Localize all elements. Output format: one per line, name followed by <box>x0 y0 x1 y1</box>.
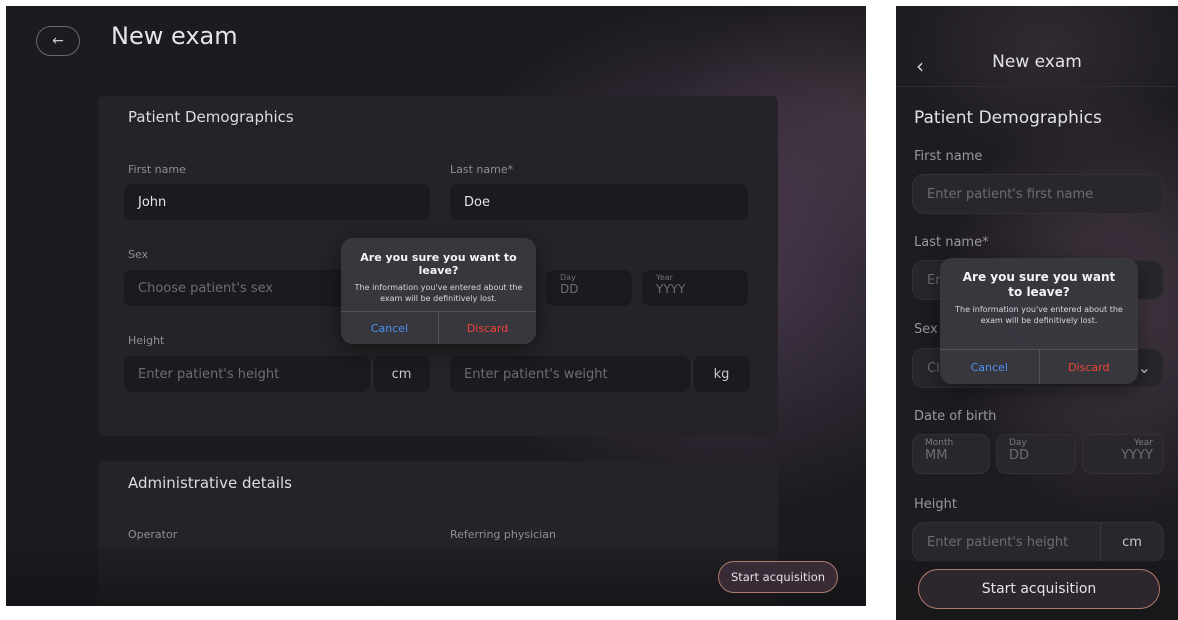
dialog-message: The information you've entered about the… <box>354 283 523 303</box>
sex-label: Sex <box>128 248 149 261</box>
phone-screen: New exam ‹ Patient Demographics First na… <box>896 6 1178 620</box>
height-unit: cm <box>372 356 430 392</box>
height-input[interactable]: Enter patient's height cm <box>912 522 1164 562</box>
section-title-patient: Patient Demographics <box>914 108 1102 128</box>
dob-day-placeholder: DD <box>1009 448 1030 463</box>
operator-label: Operator <box>128 528 178 541</box>
sex-placeholder: Cl <box>927 360 940 376</box>
first-name-field[interactable]: John <box>124 184 430 220</box>
dialog-buttons: Cancel Discard <box>341 311 536 344</box>
dob-month-field[interactable]: Month MM <box>912 434 990 474</box>
dialog-title: Are you sure you want to leave? <box>360 251 517 277</box>
dob-year-placeholder: YYYY <box>656 282 686 296</box>
header-divider <box>896 86 1178 87</box>
page-title: New exam <box>992 52 1082 72</box>
chevron-down-icon: ⌄ <box>1137 358 1151 377</box>
section-title-admin: Administrative details <box>128 474 292 492</box>
discard-button[interactable]: Discard <box>1038 350 1139 384</box>
start-acquisition-button[interactable]: Start acquisition <box>918 569 1160 609</box>
dob-year-field[interactable]: Year YYYY <box>1082 434 1164 474</box>
dialog-buttons: Cancel Discard <box>940 349 1138 384</box>
dob-day-label: Day <box>560 273 576 282</box>
discard-button[interactable]: Discard <box>438 312 536 344</box>
first-name-label: First name <box>914 149 983 164</box>
dob-year-field[interactable]: Year YYYY <box>642 270 748 306</box>
height-unit: cm <box>1100 522 1163 562</box>
cancel-button[interactable]: Cancel <box>341 312 438 344</box>
height-placeholder: Enter patient's height <box>927 534 1069 550</box>
dob-day-placeholder: DD <box>560 282 579 296</box>
dialog-message: The information you've entered about the… <box>955 305 1123 325</box>
last-name-label: Last name* <box>914 235 989 250</box>
leave-confirmation-dialog: Are you sure you want to leave? The info… <box>940 258 1138 384</box>
dialog-title: Are you sure you want to leave? <box>962 270 1116 299</box>
sex-label: Sex <box>914 322 938 337</box>
cancel-button[interactable]: Cancel <box>940 350 1039 384</box>
first-name-input[interactable]: Enter patient's first name <box>912 174 1164 214</box>
last-name-field[interactable]: Doe <box>450 184 748 220</box>
last-name-label: Last name* <box>450 163 514 176</box>
start-acquisition-button[interactable]: Start acquisition <box>718 561 838 593</box>
dob-day-field[interactable]: Day DD <box>996 434 1076 474</box>
dob-day-field[interactable]: Day DD <box>546 270 632 306</box>
page-title: New exam <box>111 22 238 50</box>
weight-input[interactable]: Enter patient's weight <box>450 356 690 392</box>
referring-physician-label: Referring physician <box>450 528 556 541</box>
arrow-left-icon: ← <box>52 33 64 49</box>
back-button[interactable]: ← <box>36 26 80 56</box>
height-input[interactable]: Enter patient's height <box>124 356 370 392</box>
tablet-screen: ← New exam Patient Demographics First na… <box>6 6 866 606</box>
dob-month-placeholder: MM <box>925 448 948 463</box>
dob-year-label: Year <box>1133 438 1153 448</box>
height-label: Height <box>128 334 165 347</box>
dob-year-placeholder: YYYY <box>1121 448 1153 463</box>
first-name-label: First name <box>128 163 186 176</box>
dob-day-label: Day <box>1009 438 1027 448</box>
dob-month-label: Month <box>925 438 954 448</box>
chevron-left-icon[interactable]: ‹ <box>916 54 924 78</box>
weight-unit: kg <box>692 356 750 392</box>
height-label: Height <box>914 497 957 512</box>
section-title-patient: Patient Demographics <box>128 108 294 126</box>
dob-label: Date of birth <box>914 409 997 424</box>
leave-confirmation-dialog: Are you sure you want to leave? The info… <box>341 238 536 344</box>
dob-year-label: Year <box>656 273 673 282</box>
